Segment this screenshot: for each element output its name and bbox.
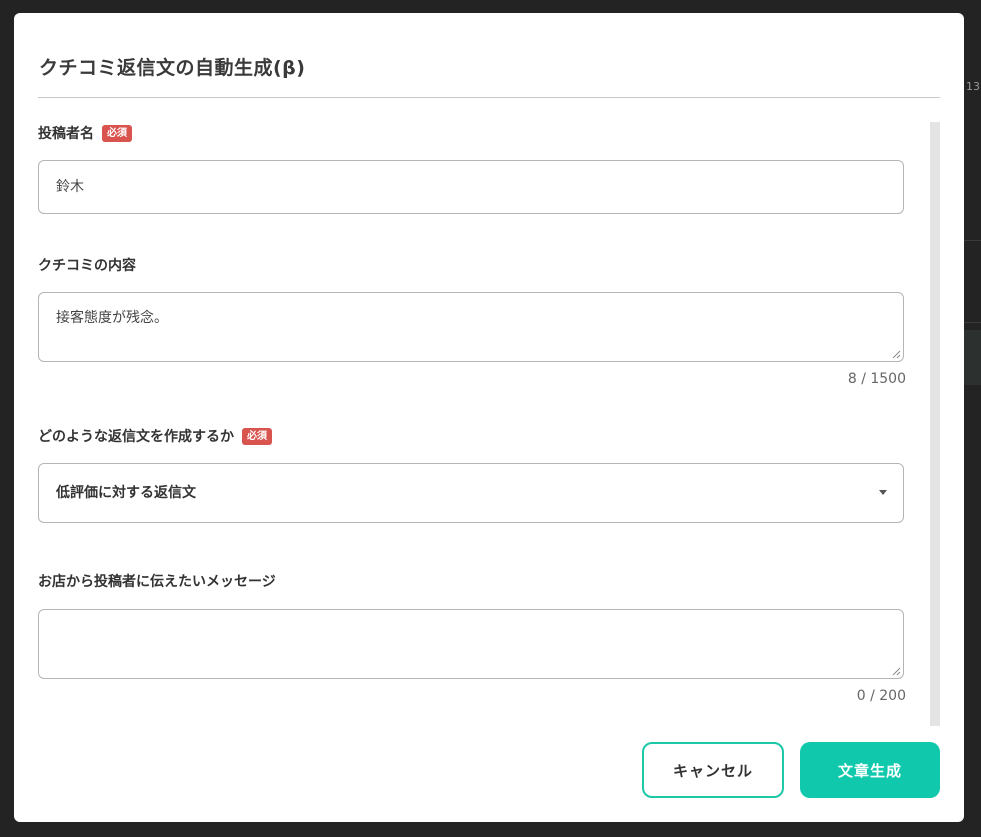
modal-title: クチコミ返信文の自動生成(β) [39, 57, 306, 79]
generate-text-button[interactable]: 文章生成 [800, 742, 940, 798]
required-badge: 必須 [102, 124, 132, 142]
poster-name-input[interactable]: 鈴木 [38, 160, 904, 214]
reply-type-label: どのような返信文を作成するか 必須 [38, 426, 272, 446]
backdrop-divider [964, 322, 981, 323]
required-badge: 必須 [242, 427, 272, 445]
backdrop-edge-text: 13 [966, 80, 980, 93]
cancel-button[interactable]: キャンセル [642, 742, 784, 798]
review-content-value: 接客態度が残念。 [56, 310, 168, 326]
reply-generator-modal: クチコミ返信文の自動生成(β) 投稿者名 必須 鈴木 クチコミの内容 接客態度が… [14, 13, 964, 822]
review-content-textarea[interactable]: 接客態度が残念。 [38, 292, 904, 362]
store-message-label: お店から投稿者に伝えたいメッセージ [38, 571, 276, 591]
backdrop-divider [964, 240, 981, 241]
reply-type-select[interactable]: 低評価に対する返信文 [38, 463, 904, 523]
title-divider [38, 97, 940, 98]
review-content-label: クチコミの内容 [38, 255, 136, 275]
reply-type-label-text: どのような返信文を作成するか [38, 429, 234, 445]
resize-grip-icon[interactable] [891, 666, 901, 676]
review-char-counter: 8 / 1500 [847, 371, 906, 387]
poster-name-label: 投稿者名 必須 [38, 123, 132, 143]
scrollbar[interactable] [930, 122, 940, 726]
resize-grip-icon[interactable] [891, 349, 901, 359]
store-message-textarea[interactable] [38, 609, 904, 679]
message-char-counter: 0 / 200 [856, 688, 906, 704]
review-content-label-text: クチコミの内容 [38, 258, 136, 274]
store-message-label-text: お店から投稿者に伝えたいメッセージ [38, 574, 276, 590]
backdrop-block [964, 330, 981, 385]
reply-type-selected-value: 低評価に対する返信文 [56, 485, 196, 501]
caret-down-icon [879, 490, 887, 495]
poster-name-value: 鈴木 [56, 179, 84, 195]
backdrop [964, 0, 981, 837]
poster-name-label-text: 投稿者名 [38, 126, 94, 142]
